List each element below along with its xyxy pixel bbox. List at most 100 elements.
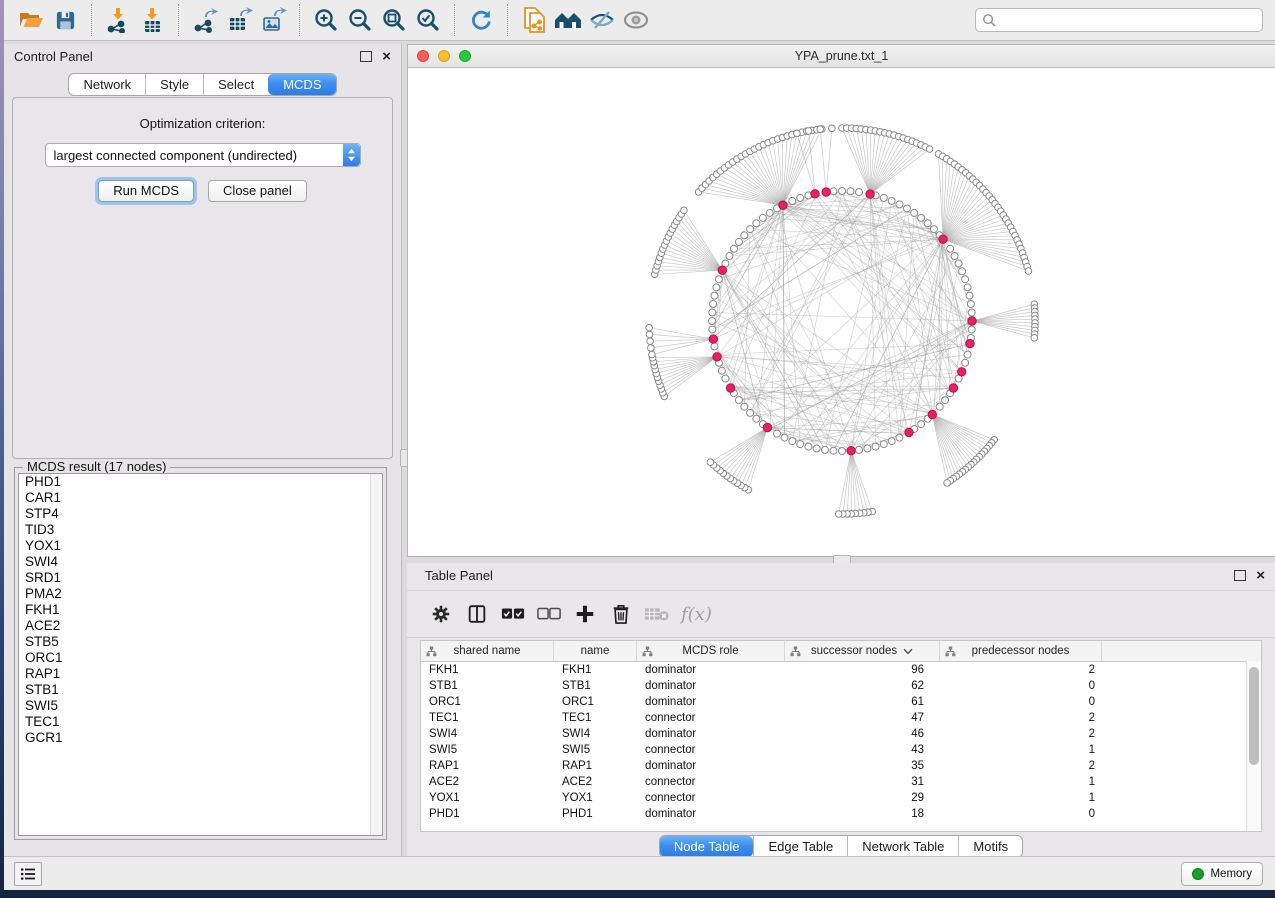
network-node[interactable] xyxy=(747,409,754,416)
network-node[interactable] xyxy=(789,438,796,445)
table-row[interactable]: FKH1FKH1dominator962 xyxy=(421,662,1261,678)
leaf-node[interactable] xyxy=(646,324,653,331)
leaf-node[interactable] xyxy=(835,511,842,518)
column-header-mcds-role[interactable]: MCDS role xyxy=(637,641,785,661)
network-node[interactable] xyxy=(962,276,969,283)
mcds-result-item[interactable]: CAR1 xyxy=(19,490,382,506)
table-row[interactable]: PHD1PHD1dominator180 xyxy=(421,806,1261,822)
table-cell[interactable]: dominator xyxy=(637,728,785,740)
table-row[interactable]: TEC1TEC1connector472 xyxy=(421,710,1261,726)
deselect-all-button[interactable] xyxy=(531,597,567,631)
network-node[interactable] xyxy=(959,268,966,275)
tab-network[interactable]: Network xyxy=(69,74,145,95)
network-node[interactable] xyxy=(711,292,718,299)
mcds-result-item[interactable]: SWI4 xyxy=(19,554,382,570)
table-scrollbar[interactable] xyxy=(1246,661,1261,831)
network-node[interactable] xyxy=(942,397,949,404)
table-cell[interactable]: SWI4 xyxy=(421,728,554,740)
table-cell[interactable]: FKH1 xyxy=(554,664,637,676)
network-node[interactable] xyxy=(896,434,903,441)
search-box[interactable] xyxy=(975,8,1263,32)
network-node[interactable] xyxy=(930,226,937,233)
create-column-button[interactable] xyxy=(567,597,603,631)
leaf-node[interactable] xyxy=(805,128,812,135)
show-panels-list-button[interactable] xyxy=(14,862,42,886)
network-node[interactable] xyxy=(880,194,887,201)
table-cell[interactable]: ACE2 xyxy=(421,776,554,788)
show-all-button[interactable] xyxy=(619,4,653,36)
mcds-result-item[interactable]: PMA2 xyxy=(19,586,382,602)
network-node[interactable] xyxy=(735,397,742,404)
table-row[interactable]: RAP1RAP1dominator352 xyxy=(421,758,1261,774)
network-node[interactable] xyxy=(741,403,748,410)
mcds-hub-node[interactable] xyxy=(847,447,855,455)
network-node[interactable] xyxy=(856,189,863,196)
home-networks-button[interactable] xyxy=(551,4,585,36)
network-window-titlebar[interactable]: YPA_prune.txt_1 xyxy=(408,45,1275,68)
network-node[interactable] xyxy=(955,260,962,267)
table-row[interactable]: SWI5SWI5connector431 xyxy=(421,742,1261,758)
network-node[interactable] xyxy=(753,415,760,422)
network-node[interactable] xyxy=(872,443,879,450)
mcds-hub-node[interactable] xyxy=(968,317,976,325)
table-cell[interactable]: 1 xyxy=(940,792,1102,804)
import-network-button[interactable] xyxy=(101,4,135,36)
network-node[interactable] xyxy=(781,434,788,441)
network-node[interactable] xyxy=(713,284,720,291)
table-cell[interactable]: dominator xyxy=(637,680,785,692)
network-node[interactable] xyxy=(766,209,773,216)
network-node[interactable] xyxy=(968,326,975,333)
table-cell[interactable]: RAP1 xyxy=(421,760,554,772)
mcds-result-item[interactable]: GCR1 xyxy=(19,730,382,746)
mcds-hub-node[interactable] xyxy=(966,339,974,347)
mcds-hub-node[interactable] xyxy=(718,266,726,274)
network-node[interactable] xyxy=(709,309,716,316)
column-header-successor-nodes[interactable]: successor nodes xyxy=(785,641,940,661)
table-cell[interactable]: RAP1 xyxy=(554,760,637,772)
network-node[interactable] xyxy=(759,214,766,221)
table-row[interactable]: ORC1ORC1dominator610 xyxy=(421,694,1261,710)
delete-columns-button[interactable] xyxy=(603,597,639,631)
table-cell[interactable]: YOX1 xyxy=(421,792,554,804)
export-network-button[interactable] xyxy=(188,4,222,36)
search-input[interactable] xyxy=(997,12,1256,28)
network-node[interactable] xyxy=(822,446,829,453)
mcds-result-item[interactable]: FKH1 xyxy=(19,602,382,618)
network-node[interactable] xyxy=(726,253,733,260)
table-cell[interactable]: FKH1 xyxy=(421,664,554,676)
table-cell[interactable]: 43 xyxy=(785,744,940,756)
network-node[interactable] xyxy=(968,309,975,316)
table-cell[interactable]: TEC1 xyxy=(421,712,554,724)
network-node[interactable] xyxy=(964,284,971,291)
tab-node-table[interactable]: Node Table xyxy=(660,836,754,857)
leaf-node[interactable] xyxy=(1025,268,1032,275)
network-node[interactable] xyxy=(936,403,943,410)
mcds-result-item[interactable]: YOX1 xyxy=(19,538,382,554)
export-table-button[interactable] xyxy=(222,4,256,36)
leaf-node[interactable] xyxy=(1031,335,1038,342)
tab-style[interactable]: Style xyxy=(145,74,203,95)
table-cell[interactable]: dominator xyxy=(637,808,785,820)
table-cell[interactable]: STB1 xyxy=(421,680,554,692)
network-node[interactable] xyxy=(805,443,812,450)
tab-mcds[interactable]: MCDS xyxy=(268,74,335,95)
network-node[interactable] xyxy=(864,445,871,452)
mcds-hub-node[interactable] xyxy=(905,428,913,436)
table-row[interactable]: STB1STB1dominator620 xyxy=(421,678,1261,694)
table-row[interactable]: ACE2ACE2connector311 xyxy=(421,774,1261,790)
zoom-fit-button[interactable] xyxy=(377,4,411,36)
network-node[interactable] xyxy=(918,214,925,221)
hide-selected-button[interactable] xyxy=(585,4,619,36)
zoom-in-button[interactable] xyxy=(309,4,343,36)
network-node[interactable] xyxy=(911,209,918,216)
mcds-hub-node[interactable] xyxy=(779,201,787,209)
network-node[interactable] xyxy=(856,446,863,453)
table-cell[interactable]: TEC1 xyxy=(554,712,637,724)
mcds-result-item[interactable]: ACE2 xyxy=(19,618,382,634)
network-node[interactable] xyxy=(753,220,760,227)
network-node[interactable] xyxy=(747,226,754,233)
mcds-hub-node[interactable] xyxy=(713,353,721,361)
mcds-result-item[interactable]: TID3 xyxy=(19,522,382,538)
network-node[interactable] xyxy=(774,430,781,437)
float-panel-icon[interactable] xyxy=(1234,570,1246,581)
